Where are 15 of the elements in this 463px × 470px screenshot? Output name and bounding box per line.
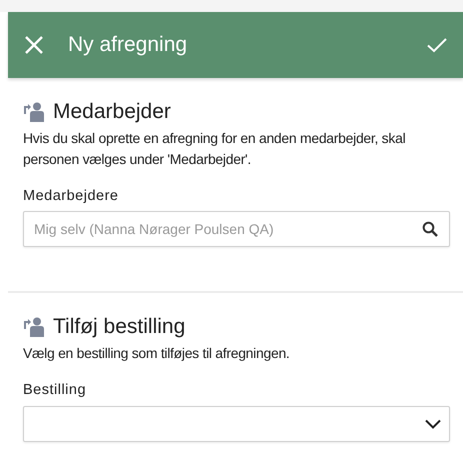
person-arrow-icon — [23, 317, 45, 337]
person-arrow-icon — [23, 102, 45, 122]
section-description: Vælg en bestilling som tilføjes til afregningen. — [23, 344, 291, 363]
section-title: Medarbejder — [53, 99, 171, 125]
field-label: Medarbejdere — [23, 186, 120, 206]
section-title: Tilføj bestilling — [53, 314, 186, 340]
dropdown-field[interactable] — [23, 406, 450, 442]
checkmark-icon — [427, 36, 447, 53]
search-icon — [422, 221, 438, 238]
close-icon — [24, 34, 44, 55]
search-field[interactable]: Mig selv (Nanna Nørager Poulsen QA) — [23, 211, 450, 248]
chevron-down-icon — [425, 418, 441, 428]
section-description: Hvis du skal oprette en afregning for en anden medarbejder, skal personen vælges under 'Medarbejder'. — [23, 128, 406, 169]
field-label: Bestilling — [23, 380, 88, 400]
page-title: Ny afregning — [68, 32, 188, 58]
